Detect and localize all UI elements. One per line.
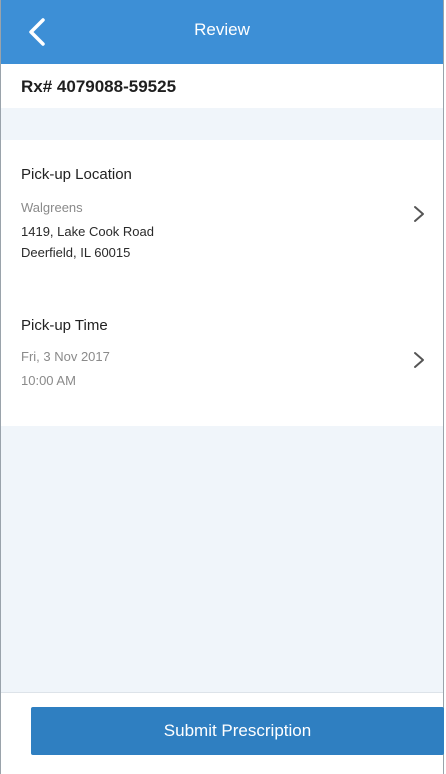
chevron-right-icon [414, 352, 424, 368]
pickup-store-name: Walgreens [21, 200, 83, 215]
pickup-address-line2: Deerfield, IL 60015 [21, 245, 131, 260]
pickup-location-row[interactable]: Pick-up Location Walgreens 1419, Lake Co… [1, 140, 443, 280]
pickup-date: Fri, 3 Nov 2017 [21, 349, 110, 364]
nav-bar: Review [1, 0, 443, 64]
app-screen: Review Rx# 4079088-59525 Pick-up Locatio… [0, 0, 444, 774]
pickup-location-heading: Pick-up Location [21, 166, 132, 183]
pickup-address-line1: 1419, Lake Cook Road [21, 224, 154, 239]
submit-prescription-button[interactable]: Submit Prescription [31, 707, 444, 755]
rx-number: Rx# 4079088-59525 [21, 77, 177, 96]
pickup-details-card: Pick-up Location Walgreens 1419, Lake Co… [1, 140, 443, 426]
rx-header: Rx# 4079088-59525 [1, 64, 443, 108]
pickup-time-heading: Pick-up Time [21, 317, 108, 334]
page-title: Review [194, 20, 250, 39]
pickup-time-row[interactable]: Pick-up Time Fri, 3 Nov 2017 10:00 AM [1, 292, 443, 402]
pickup-time-value: 10:00 AM [21, 373, 76, 388]
chevron-right-icon [414, 206, 424, 222]
bottom-action-bar: Submit Prescription [1, 692, 444, 774]
